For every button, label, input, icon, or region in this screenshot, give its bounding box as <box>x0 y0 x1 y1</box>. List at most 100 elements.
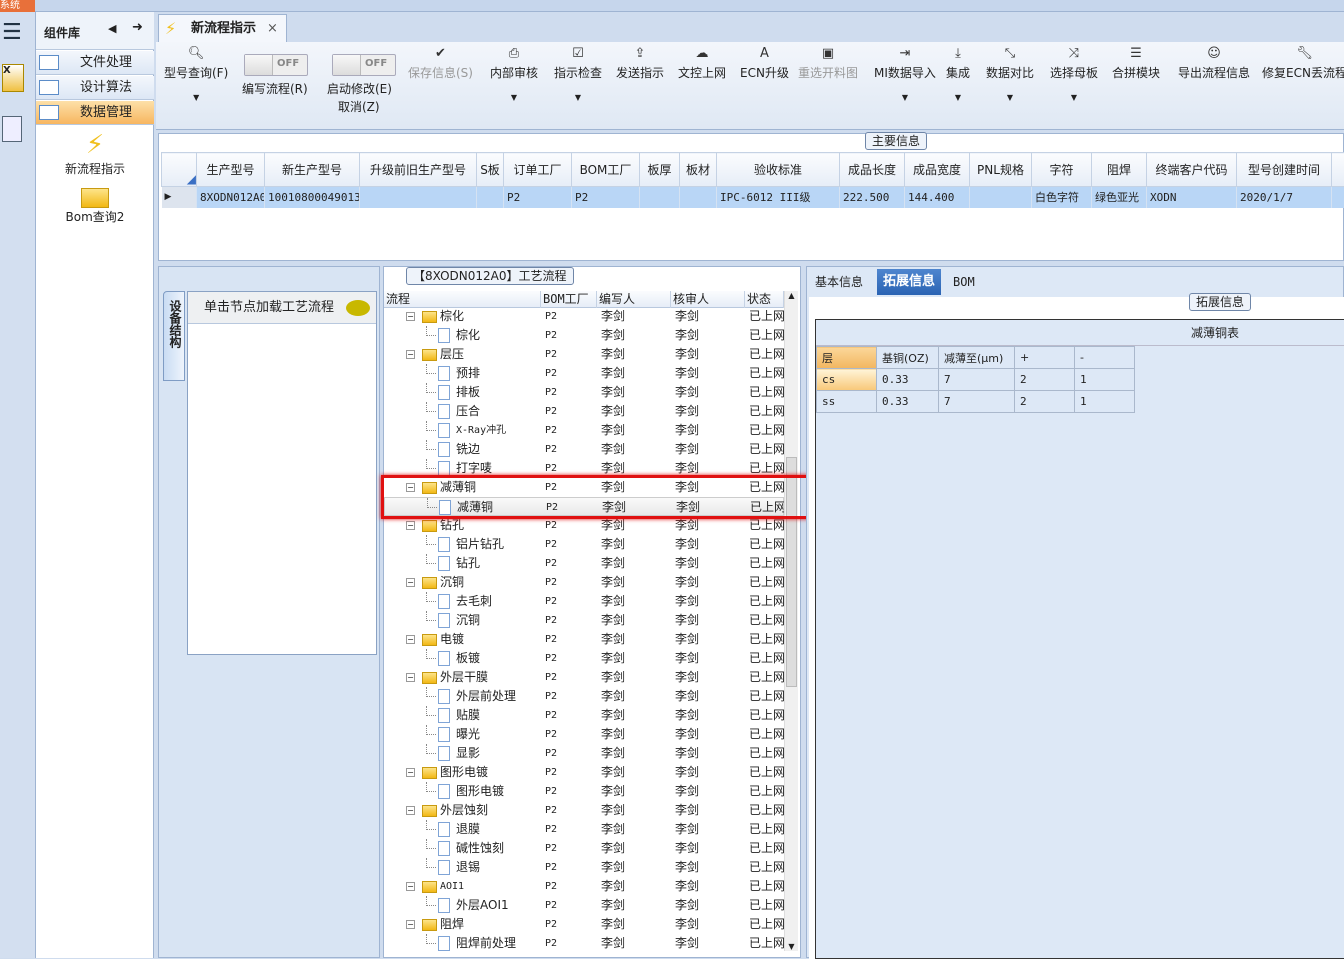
chevron-down-icon[interactable]: ▼ <box>490 93 538 102</box>
column-header[interactable] <box>1332 153 1344 187</box>
tab-new-flow[interactable]: ⚡ 新流程指示 × <box>158 14 287 42</box>
calculator-icon[interactable] <box>2 116 22 142</box>
sidebar-item-file[interactable]: 文件处理 <box>36 51 154 75</box>
process-row[interactable]: 预排P2李剑李剑已上网 <box>384 364 784 383</box>
process-row[interactable]: −阻焊P2李剑李剑已上网 <box>384 915 784 934</box>
toolbar-button[interactable]: 🔧︎修复ECN丢流程 <box>1262 46 1344 81</box>
table-cell[interactable]: 7 <box>939 369 1015 391</box>
column-header[interactable]: 板材 <box>680 153 717 187</box>
close-tab-icon[interactable]: × <box>267 15 278 43</box>
table-row[interactable]: ▶8XODN012A010010800049013P2P2IPC-6012 II… <box>162 187 1344 208</box>
process-row[interactable]: 退膜P2李剑李剑已上网 <box>384 820 784 839</box>
process-row[interactable]: −沉铜P2李剑李剑已上网 <box>384 573 784 592</box>
table-cell[interactable]: 1 <box>1075 391 1135 413</box>
chevron-down-icon[interactable]: ▼ <box>1050 93 1098 102</box>
chevron-down-icon[interactable]: ▼ <box>986 93 1034 102</box>
column-header[interactable]: 板厚 <box>640 153 680 187</box>
enable-edit-toggle[interactable]: OFF <box>332 54 396 76</box>
process-row[interactable]: 显影P2李剑李剑已上网 <box>384 744 784 763</box>
toolbar-button[interactable]: ⇪发送指示 <box>616 46 664 81</box>
column-header[interactable]: 成品长度 <box>840 153 905 187</box>
collapse-icon[interactable]: − <box>406 350 415 359</box>
process-row[interactable]: −外层干膜P2李剑李剑已上网 <box>384 668 784 687</box>
column-header[interactable]: 订单工厂 <box>504 153 572 187</box>
process-row[interactable]: 外层前处理P2李剑李剑已上网 <box>384 687 784 706</box>
table-row[interactable]: cs0.33721 <box>817 369 1135 391</box>
toolbar-button[interactable]: ☁文控上网 <box>678 46 726 81</box>
chevron-down-icon[interactable]: ▼ <box>874 93 936 102</box>
chevron-down-icon[interactable]: ▼ <box>164 93 228 102</box>
toolbar-button[interactable]: ⤡数据对比▼ <box>986 46 1034 102</box>
column-header[interactable]: 减薄至(μm) <box>939 347 1015 369</box>
launcher-bom-query[interactable]: Bom查询2 <box>36 188 154 225</box>
table-cell[interactable]: 2 <box>1015 369 1075 391</box>
column-header[interactable]: 阻焊 <box>1092 153 1147 187</box>
process-row[interactable]: 图形电镀P2李剑李剑已上网 <box>384 782 784 801</box>
tab-basic-info[interactable]: 基本信息 <box>809 269 869 295</box>
process-row[interactable]: 压合P2李剑李剑已上网 <box>384 402 784 421</box>
process-row[interactable]: X-Ray冲孔P2李剑李剑已上网 <box>384 421 784 440</box>
process-row[interactable]: −棕化P2李剑李剑已上网 <box>384 307 784 326</box>
process-scrollbar[interactable]: ▲ ▼ <box>784 291 798 951</box>
table-cell[interactable]: 1 <box>1075 369 1135 391</box>
column-header[interactable]: 基铜(OZ) <box>877 347 939 369</box>
write-flow-toggle[interactable]: OFF <box>244 54 308 76</box>
collapse-icon[interactable]: − <box>406 312 415 321</box>
process-row[interactable]: 沉铜P2李剑李剑已上网 <box>384 611 784 630</box>
process-row[interactable]: −电镀P2李剑李剑已上网 <box>384 630 784 649</box>
process-row[interactable]: 铣边P2李剑李剑已上网 <box>384 440 784 459</box>
tab-equipment-structure[interactable]: 设备结构 <box>163 291 185 381</box>
column-header[interactable]: 终端客户代码 <box>1147 153 1237 187</box>
collapse-icon[interactable]: − <box>406 521 415 530</box>
column-header[interactable]: 生产型号 <box>197 153 265 187</box>
sidebar-item-algorithm[interactable]: 设计算法 <box>36 76 154 100</box>
column-header[interactable]: - <box>1075 347 1135 369</box>
column-header[interactable]: 新生产型号 <box>265 153 360 187</box>
chevron-down-icon[interactable]: ▼ <box>554 93 602 102</box>
column-header[interactable]: 编写人 <box>597 291 671 308</box>
column-header[interactable]: + <box>1015 347 1075 369</box>
toolbar-button[interactable]: ☺导出流程信息 <box>1178 46 1250 81</box>
tab-extended-info[interactable]: 拓展信息 <box>877 269 941 295</box>
column-header[interactable]: 型号创建时间 <box>1237 153 1332 187</box>
process-row[interactable]: 棕化P2李剑李剑已上网 <box>384 326 784 345</box>
collapse-icon[interactable]: − <box>406 920 415 929</box>
column-header[interactable]: 字符 <box>1032 153 1092 187</box>
collapse-icon[interactable]: − <box>406 673 415 682</box>
table-row[interactable]: ss0.33721 <box>817 391 1135 413</box>
column-header[interactable]: S板 <box>477 153 504 187</box>
column-header[interactable]: 升级前旧生产型号 <box>360 153 477 187</box>
row-selector-header[interactable]: ◢ <box>162 153 197 187</box>
process-row[interactable]: 退锡P2李剑李剑已上网 <box>384 858 784 877</box>
table-cell[interactable]: 2 <box>1015 391 1075 413</box>
column-header[interactable]: 状态 <box>745 291 784 308</box>
process-row[interactable]: 铝片钻孔P2李剑李剑已上网 <box>384 535 784 554</box>
process-row[interactable]: −AOI1P2李剑李剑已上网 <box>384 877 784 896</box>
column-header[interactable]: 成品宽度 <box>905 153 970 187</box>
process-row[interactable]: 曝光P2李剑李剑已上网 <box>384 725 784 744</box>
process-row[interactable]: −层压P2李剑李剑已上网 <box>384 345 784 364</box>
table-cell[interactable]: 0.33 <box>877 391 939 413</box>
toolbar-button[interactable]: ⎙内部审核▼ <box>490 46 538 102</box>
process-row[interactable]: 阻焊前处理P2李剑李剑已上网 <box>384 934 784 953</box>
process-row[interactable]: 碱性蚀刻P2李剑李剑已上网 <box>384 839 784 858</box>
model-query-button[interactable]: 🔍︎型号查询(F)▼ <box>164 46 228 102</box>
process-row[interactable]: 板镀P2李剑李剑已上网 <box>384 649 784 668</box>
process-row[interactable]: −图形电镀P2李剑李剑已上网 <box>384 763 784 782</box>
cancel-edit-label[interactable]: 取消(Z) <box>338 98 380 115</box>
chevron-down-icon[interactable]: ▼ <box>946 93 970 102</box>
collapse-icon[interactable]: − <box>406 806 415 815</box>
pin-icon[interactable]: ➜ <box>132 20 143 35</box>
column-header[interactable]: BOM工厂 <box>572 153 640 187</box>
process-row[interactable]: 排板P2李剑李剑已上网 <box>384 383 784 402</box>
factory-icon[interactable]: X <box>2 64 24 92</box>
toolbar-button[interactable]: ☑指示检查▼ <box>554 46 602 102</box>
toolbar-button[interactable]: ✔保存信息(S) <box>408 46 473 81</box>
process-row[interactable]: 贴膜P2李剑李剑已上网 <box>384 706 784 725</box>
table-cell[interactable]: 7 <box>939 391 1015 413</box>
process-row[interactable]: −外层蚀刻P2李剑李剑已上网 <box>384 801 784 820</box>
collapse-icon[interactable]: − <box>406 768 415 777</box>
toolbar-button[interactable]: ☰合拼模块 <box>1112 46 1160 81</box>
column-header[interactable]: 层 <box>817 347 877 369</box>
toolbar-button[interactable]: ⤨选择母板▼ <box>1050 46 1098 102</box>
